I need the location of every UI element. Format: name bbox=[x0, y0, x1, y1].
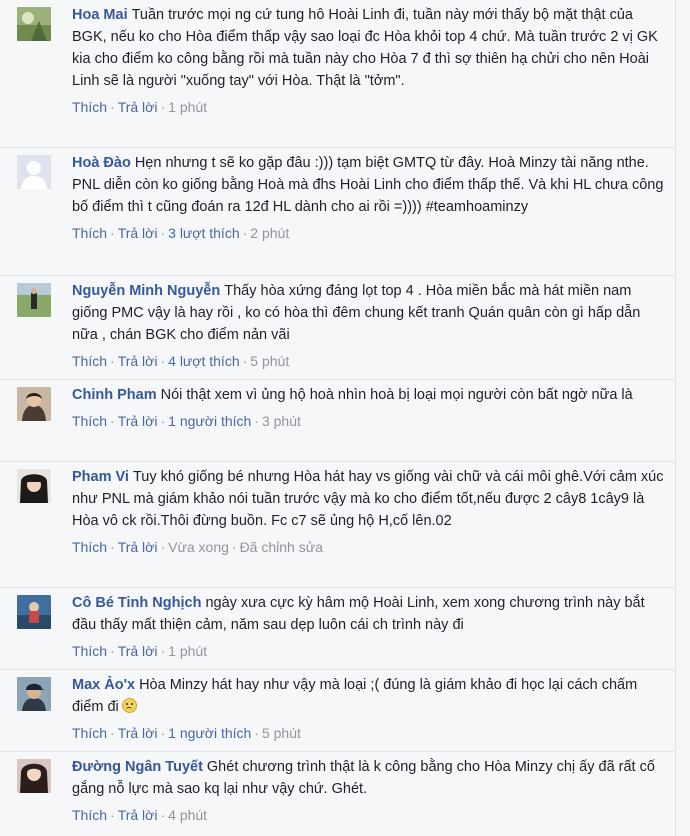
avatar[interactable] bbox=[17, 595, 51, 629]
comment-actions: Thích · Trả lời · 1 người thích · 3 phút bbox=[72, 413, 301, 429]
comment-item: Hoa Mai Tuần trước mọi ng cứ tung hô Hoài… bbox=[0, 0, 676, 148]
timestamp[interactable]: 1 phút bbox=[168, 643, 207, 659]
comment-text: Tuần trước mọi ng cứ tung hô Hoài Linh đ… bbox=[72, 7, 658, 89]
reply-link[interactable]: Trả lời bbox=[118, 353, 158, 369]
like-link[interactable]: Thích bbox=[72, 725, 107, 741]
comment-actions: Thích · Trả lời · 1 phút bbox=[72, 643, 208, 659]
like-count[interactable]: 1 người thích bbox=[168, 725, 251, 741]
comment-text: Tuy khó giống bé nhưng Hòa hát hay vs gi… bbox=[72, 469, 664, 529]
avatar[interactable] bbox=[17, 7, 51, 41]
comment-item: Nguyễn Minh Nguyễn Thấy hòa xứng đáng lọt… bbox=[0, 276, 676, 380]
comment-author[interactable]: Nguyễn Minh Nguyễn bbox=[72, 283, 220, 299]
comment-actions: Thích · Trả lời · Vừa xong · Đã chỉnh sửa bbox=[72, 539, 323, 555]
reply-link[interactable]: Trả lời bbox=[118, 807, 158, 823]
comment-item: Đường Ngân Tuyết Ghét chương trình thật l… bbox=[0, 752, 676, 836]
reply-link[interactable]: Trả lời bbox=[118, 99, 158, 115]
timestamp[interactable]: 5 phút bbox=[250, 353, 289, 369]
comment-actions: Thích · Trả lời · 3 lượt thích · 2 phút bbox=[72, 225, 290, 241]
comment-item: Cô Bé Tinh Nghịch ngày xưa cực kỳ hâm mộ … bbox=[0, 588, 676, 670]
comment-author[interactable]: Chinh Pham bbox=[72, 387, 157, 403]
comment-actions: Thích · Trả lời · 1 phút bbox=[72, 99, 208, 115]
reply-link[interactable]: Trả lời bbox=[118, 413, 158, 429]
like-link[interactable]: Thích bbox=[72, 539, 107, 555]
comment-text: Hẹn nhưng t sẽ ko gặp đâu :))) tạm biệt … bbox=[72, 155, 664, 215]
like-count[interactable]: 3 lượt thích bbox=[168, 225, 239, 241]
comment-actions: Thích · Trả lời · 4 phút bbox=[72, 807, 208, 823]
comment-author[interactable]: Pham Vi bbox=[72, 469, 129, 485]
like-link[interactable]: Thích bbox=[72, 643, 107, 659]
comment-text: Nói thật xem vì ủng hộ hoà nhìn hoà bị l… bbox=[160, 387, 633, 403]
comment-author[interactable]: Hoà Đào bbox=[72, 155, 131, 171]
comment-item: Max Ảo'x Hòa Minzy hát hay như vậy mà loạ… bbox=[0, 670, 676, 752]
timestamp[interactable]: 5 phút bbox=[262, 725, 301, 741]
avatar[interactable] bbox=[17, 155, 51, 189]
comment-author[interactable]: Hoa Mai bbox=[72, 7, 128, 23]
timestamp[interactable]: Vừa xong bbox=[168, 539, 229, 555]
comments-panel: Hoa Mai Tuần trước mọi ng cứ tung hô Hoài… bbox=[0, 0, 676, 836]
avatar[interactable] bbox=[17, 387, 51, 421]
like-link[interactable]: Thích bbox=[72, 807, 107, 823]
sad-face-icon bbox=[121, 698, 137, 713]
comment-item: Chinh Pham Nói thật xem vì ủng hộ hoà nhì… bbox=[0, 380, 676, 462]
like-link[interactable]: Thích bbox=[72, 99, 107, 115]
avatar[interactable] bbox=[17, 677, 51, 711]
comment-actions: Thích · Trả lời · 4 lượt thích · 5 phút bbox=[72, 353, 290, 369]
comment-author[interactable]: Đường Ngân Tuyết bbox=[72, 759, 203, 775]
reply-link[interactable]: Trả lời bbox=[118, 643, 158, 659]
reply-link[interactable]: Trả lời bbox=[118, 225, 158, 241]
timestamp[interactable]: 1 phút bbox=[168, 99, 207, 115]
like-link[interactable]: Thích bbox=[72, 225, 107, 241]
like-link[interactable]: Thích bbox=[72, 413, 107, 429]
comment-author[interactable]: Max Ảo'x bbox=[72, 677, 135, 693]
like-count[interactable]: 4 lượt thích bbox=[168, 353, 239, 369]
timestamp[interactable]: 3 phút bbox=[262, 413, 301, 429]
comment-text: Hòa Minzy hát hay như vậy mà loại ;( đún… bbox=[72, 677, 638, 715]
like-count[interactable]: 1 người thích bbox=[168, 413, 251, 429]
avatar[interactable] bbox=[17, 759, 51, 793]
timestamp[interactable]: 4 phút bbox=[168, 807, 207, 823]
like-link[interactable]: Thích bbox=[72, 353, 107, 369]
avatar[interactable] bbox=[17, 283, 51, 317]
comment-author[interactable]: Cô Bé Tinh Nghịch bbox=[72, 595, 201, 611]
reply-link[interactable]: Trả lời bbox=[118, 539, 158, 555]
comment-item: Hoà Đào Hẹn nhưng t sẽ ko gặp đâu :))) tạ… bbox=[0, 148, 676, 276]
edited-label[interactable]: Đã chỉnh sửa bbox=[240, 539, 323, 555]
comment-item: Pham Vi Tuy khó giống bé nhưng Hòa hát ha… bbox=[0, 462, 676, 588]
reply-link[interactable]: Trả lời bbox=[118, 725, 158, 741]
avatar[interactable] bbox=[17, 469, 51, 503]
comment-actions: Thích · Trả lời · 1 người thích · 5 phút bbox=[72, 725, 301, 741]
timestamp[interactable]: 2 phút bbox=[250, 225, 289, 241]
